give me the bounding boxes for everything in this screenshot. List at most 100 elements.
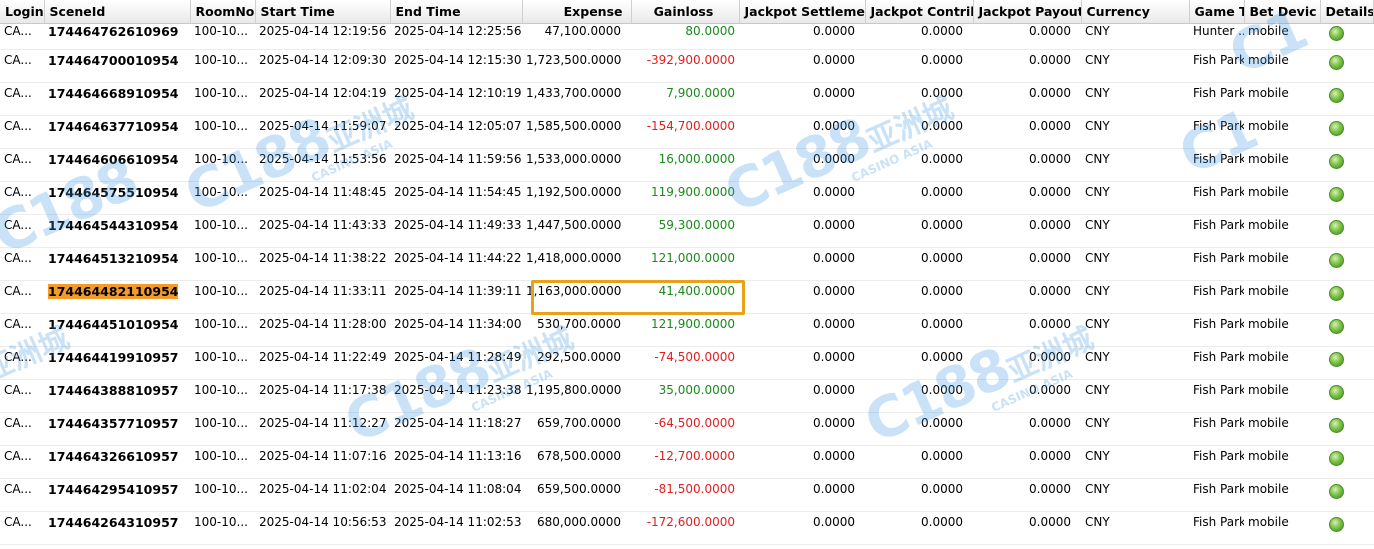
cell-gainloss: 121,000.0000: [631, 247, 739, 281]
cell-expense: 1,418,000.0000: [522, 247, 631, 281]
cell-jackpot-settlement: 0.0000: [739, 511, 865, 545]
table-row[interactable]: CA... 174464419910957 100-10... 2025-04-14 …: [0, 346, 1374, 380]
details-icon[interactable]: [1329, 418, 1344, 433]
cell-jackpot-contribution: 0.0000: [865, 412, 973, 446]
cell-start-time: 2025-04-14 11:33:11: [255, 280, 390, 314]
cell-details: [1320, 445, 1374, 479]
table-row[interactable]: CA... 174464357710957 100-10... 2025-04-14 …: [0, 412, 1374, 446]
cell-room-no: 100-10...: [190, 478, 255, 512]
table-row[interactable]: CA... 174464762610969 100-10... 2025-04-14 …: [0, 23, 1374, 50]
table-row[interactable]: CA... 174464637710954 100-10... 2025-04-14 …: [0, 115, 1374, 149]
cell-jackpot-payout: 0.0000: [973, 412, 1081, 446]
details-icon[interactable]: [1329, 121, 1344, 136]
cell-end-time: 2025-04-14 11:49:33: [390, 214, 522, 248]
col-header-jackpot-settlement[interactable]: Jackpot Settlement: [739, 0, 866, 24]
cell-details: [1320, 313, 1374, 347]
cell-room-no: 100-10...: [190, 280, 255, 314]
cell-gainloss: 80.0000: [631, 23, 739, 50]
table-row[interactable]: CA... 174464575510954 100-10... 2025-04-14 …: [0, 181, 1374, 215]
cell-scene-id: 174464544310954: [44, 214, 190, 248]
table-row[interactable]: CA... 174464700010954 100-10... 2025-04-14 …: [0, 49, 1374, 83]
cell-room-no: 100-10...: [190, 511, 255, 545]
cell-bet-device: mobile: [1244, 412, 1320, 446]
col-header-gainloss[interactable]: Gainloss: [631, 0, 740, 24]
cell-expense: 1,192,500.0000: [522, 181, 631, 215]
table-row[interactable]: CA... 174464388810957 100-10... 2025-04-14 …: [0, 379, 1374, 413]
cell-jackpot-settlement: 0.0000: [739, 379, 865, 413]
cell-start-time: 2025-04-14 11:53:56: [255, 148, 390, 182]
cell-scene-id: 174464575510954: [44, 181, 190, 215]
cell-currency: CNY: [1081, 445, 1189, 479]
cell-jackpot-contribution: 0.0000: [865, 280, 973, 314]
cell-scene-id: 174464295410957: [44, 478, 190, 512]
cell-gainloss: -74,500.0000: [631, 346, 739, 380]
col-header-start-time[interactable]: Start Time: [255, 0, 391, 24]
col-header-jackpot-payout[interactable]: Jackpot Payout: [973, 0, 1082, 24]
col-header-game-type[interactable]: Game Typ: [1189, 0, 1245, 24]
cell-jackpot-contribution: 0.0000: [865, 445, 973, 479]
cell-bet-device: mobile: [1244, 247, 1320, 281]
cell-start-time: 2025-04-14 11:48:45: [255, 181, 390, 215]
cell-jackpot-settlement: 0.0000: [739, 313, 865, 347]
details-icon[interactable]: [1329, 253, 1344, 268]
cell-jackpot-settlement: 0.0000: [739, 346, 865, 380]
table-row[interactable]: CA... 174464482110954 100-10... 2025-04-14 …: [0, 280, 1374, 314]
details-icon[interactable]: [1329, 484, 1344, 499]
details-icon[interactable]: [1329, 220, 1344, 235]
details-icon[interactable]: [1329, 286, 1344, 301]
details-icon[interactable]: [1329, 187, 1344, 202]
cell-game-type: Fish Park: [1189, 346, 1244, 380]
cell-details: [1320, 412, 1374, 446]
details-icon[interactable]: [1329, 319, 1344, 334]
cell-scene-id: 174464513210954: [44, 247, 190, 281]
table-row[interactable]: CA... 174464326610957 100-10... 2025-04-14 …: [0, 445, 1374, 479]
cell-jackpot-contribution: 0.0000: [865, 23, 973, 50]
col-header-roomno[interactable]: RoomNo...: [190, 0, 256, 24]
col-header-bet-device[interactable]: Bet Devic: [1244, 0, 1321, 24]
details-icon[interactable]: [1329, 517, 1344, 532]
col-header-currency[interactable]: Currency: [1081, 0, 1190, 24]
table-row[interactable]: CA... 174464451010954 100-10... 2025-04-14 …: [0, 313, 1374, 347]
cell-jackpot-contribution: 0.0000: [865, 346, 973, 380]
cell-game-type: Hunter ...: [1189, 23, 1244, 50]
details-icon[interactable]: [1329, 385, 1344, 400]
col-header-details[interactable]: Details: [1320, 0, 1374, 24]
cell-bet-device: mobile: [1244, 148, 1320, 182]
cell-login: CA...: [0, 214, 44, 248]
cell-details: [1320, 49, 1374, 83]
col-header-sceneid[interactable]: SceneId: [44, 0, 191, 24]
cell-login: CA...: [0, 148, 44, 182]
details-icon[interactable]: [1329, 55, 1344, 70]
table-row[interactable]: CA... 174464668910954 100-10... 2025-04-14 …: [0, 82, 1374, 116]
col-header-jackpot-contribution[interactable]: Jackpot Contribu: [865, 0, 974, 24]
cell-end-time: 2025-04-14 11:13:16: [390, 445, 522, 479]
table-row[interactable]: CA... 174464544310954 100-10... 2025-04-14 …: [0, 214, 1374, 248]
cell-gainloss: -12,700.0000: [631, 445, 739, 479]
cell-game-type: Fish Park: [1189, 214, 1244, 248]
details-icon[interactable]: [1329, 88, 1344, 103]
cell-expense: 1,163,000.0000: [522, 280, 631, 314]
cell-jackpot-settlement: 0.0000: [739, 181, 865, 215]
table-row[interactable]: CA... 174464264310957 100-10... 2025-04-14 …: [0, 511, 1374, 545]
cell-end-time: 2025-04-14 11:39:11: [390, 280, 522, 314]
cell-jackpot-payout: 0.0000: [973, 280, 1081, 314]
cell-jackpot-contribution: 0.0000: [865, 478, 973, 512]
details-icon[interactable]: [1329, 451, 1344, 466]
cell-details: [1320, 346, 1374, 380]
details-icon[interactable]: [1329, 352, 1344, 367]
col-header-expense[interactable]: Expense: [522, 0, 632, 24]
table-row[interactable]: CA... 174464513210954 100-10... 2025-04-14 …: [0, 247, 1374, 281]
details-icon[interactable]: [1329, 154, 1344, 169]
col-header-end-time[interactable]: End Time: [390, 0, 523, 24]
cell-start-time: 2025-04-14 12:19:56: [255, 23, 390, 50]
table-row[interactable]: CA... 174464606610954 100-10... 2025-04-14 …: [0, 148, 1374, 182]
cell-jackpot-payout: 0.0000: [973, 181, 1081, 215]
table-row[interactable]: CA... 174464295410957 100-10... 2025-04-14 …: [0, 478, 1374, 512]
cell-game-type: Fish Park: [1189, 511, 1244, 545]
col-header-login[interactable]: Login: [0, 0, 45, 24]
cell-bet-device: mobile: [1244, 181, 1320, 215]
details-icon[interactable]: [1329, 26, 1344, 41]
cell-game-type: Fish Park: [1189, 313, 1244, 347]
cell-expense: 680,000.0000: [522, 511, 631, 545]
cell-gainloss: -154,700.0000: [631, 115, 739, 149]
